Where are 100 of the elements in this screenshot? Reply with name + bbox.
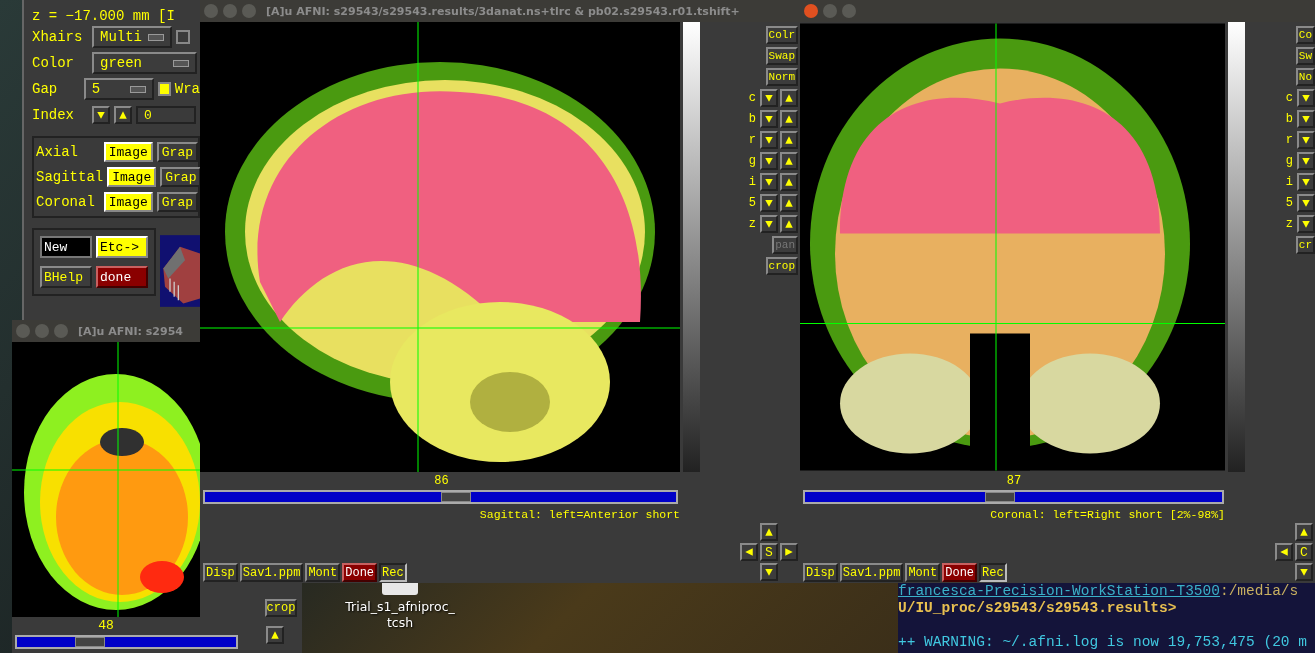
arrow-left-button[interactable] (740, 543, 758, 561)
prompt-path: :/media/s (1219, 583, 1299, 599)
triangle-down-icon (1300, 218, 1312, 230)
channel-label: i (748, 175, 756, 189)
coordinate-readout: z = −17.000 mm [I (32, 8, 176, 24)
panel-button[interactable]: done (96, 266, 148, 288)
arrow-down-button[interactable] (1297, 131, 1315, 149)
arrow-down-button[interactable] (760, 89, 778, 107)
arrow-down-button[interactable] (1297, 215, 1315, 233)
arrow-down-button[interactable] (760, 173, 778, 191)
toolbar-button[interactable]: crop (765, 257, 798, 275)
toolbar-button[interactable]: No (1295, 68, 1315, 86)
triangle-down-icon (763, 155, 775, 167)
arrow-down-button[interactable] (760, 563, 778, 581)
arrow-down-button[interactable] (760, 194, 778, 212)
channel-label: c (1285, 91, 1293, 105)
panel-button[interactable]: Etc-> (96, 236, 148, 258)
arrow-down-button[interactable] (760, 131, 778, 149)
graph-button[interactable]: Grap (156, 192, 198, 212)
triangle-down-icon (1300, 155, 1312, 167)
toolbar-button[interactable]: Colr (765, 26, 798, 44)
arrow-up-button[interactable] (1295, 523, 1313, 541)
pad-center-button[interactable]: C (1295, 543, 1313, 561)
arrow-up-button[interactable] (780, 173, 798, 191)
viewer-button[interactable]: Sav1.ppm (239, 563, 304, 582)
triangle-up-icon (783, 113, 795, 125)
option-menu[interactable]: green (92, 52, 197, 74)
crop-button[interactable]: crop (265, 599, 297, 617)
toolbar-button[interactable]: Sw (1295, 47, 1315, 65)
channel-label: 5 (1285, 196, 1293, 210)
viewer-button[interactable]: Done (942, 563, 978, 582)
viewer-button[interactable]: Rec (979, 563, 1007, 582)
setting-label: Xhairs (32, 29, 84, 45)
triangle-up-icon (783, 176, 795, 188)
arrow-down-button[interactable] (1297, 152, 1315, 170)
pad-center-button[interactable]: S (760, 543, 778, 561)
channel-label: r (1285, 133, 1293, 147)
triangle-up-icon (783, 155, 795, 167)
checkbox-label: Wra (174, 81, 200, 97)
view-label: Coronal (36, 194, 96, 210)
image-toggle-button[interactable]: Image (103, 192, 153, 212)
toolbar-button[interactable]: Norm (765, 68, 798, 86)
arrow-down-button[interactable] (1297, 173, 1315, 191)
viewer-button[interactable]: Done (342, 563, 378, 582)
option-menu[interactable]: Multi (92, 26, 172, 48)
arrow-up-button[interactable] (780, 89, 798, 107)
arrow-up-button[interactable] (780, 152, 798, 170)
option-menu[interactable]: 5 (83, 78, 155, 100)
arrow-up-button[interactable] (266, 626, 284, 644)
graph-button[interactable]: Grap (160, 167, 202, 187)
arrow-down-button[interactable] (760, 215, 778, 233)
viewer-button[interactable]: Mont (905, 563, 941, 582)
index-field[interactable]: 0 (136, 106, 196, 124)
viewer-button[interactable]: Rec (379, 563, 407, 582)
arrow-up-button[interactable] (114, 106, 132, 124)
viewer-button[interactable]: Disp (203, 563, 238, 582)
triangle-down-icon (763, 113, 775, 125)
channel-label: b (748, 112, 756, 126)
panel-button[interactable]: New (40, 236, 92, 258)
view-label: Sagittal (36, 169, 104, 185)
arrow-down-button[interactable] (92, 106, 110, 124)
arrow-down-button[interactable] (1297, 110, 1315, 128)
arrow-up-button[interactable] (760, 523, 778, 541)
arrow-up-button[interactable] (780, 131, 798, 149)
image-toggle-button[interactable]: Image (103, 142, 153, 162)
channel-label: r (748, 133, 756, 147)
prompt-host: francesca-Precision-WorkStation-T3500 (898, 583, 1220, 599)
toolbar-button[interactable]: Swap (765, 47, 798, 65)
slice-slider[interactable] (15, 635, 238, 649)
triangle-down-icon (763, 566, 775, 578)
arrow-left-button[interactable] (1275, 543, 1293, 561)
checkbox[interactable] (176, 30, 190, 44)
arrow-down-button[interactable] (1295, 563, 1313, 581)
arrow-right-button[interactable] (780, 543, 798, 561)
triangle-down-icon (1298, 566, 1310, 578)
toolbar-button[interactable]: cr (1295, 236, 1315, 254)
arrow-up-button[interactable] (780, 194, 798, 212)
arrow-down-button[interactable] (760, 152, 778, 170)
window-controls-icon[interactable] (804, 4, 856, 18)
viewer-button[interactable]: Disp (803, 563, 838, 582)
viewer-button[interactable]: Mont (305, 563, 341, 582)
toolbar-button[interactable]: Co (1295, 26, 1315, 44)
arrow-up-button[interactable] (780, 215, 798, 233)
arrow-up-button[interactable] (780, 110, 798, 128)
arrow-down-button[interactable] (1297, 89, 1315, 107)
image-toggle-button[interactable]: Image (107, 167, 157, 187)
graph-button[interactable]: Grap (156, 142, 198, 162)
desktop-icon-label[interactable]: Trial_s1_afniproc_ tcsh (345, 599, 455, 631)
slice-number: 48 (97, 617, 115, 635)
channel-label: g (748, 154, 756, 168)
triangle-up-icon (783, 197, 795, 209)
arrow-down-button[interactable] (760, 110, 778, 128)
triangle-down-icon (1300, 134, 1312, 146)
panel-button[interactable]: BHelp (40, 266, 92, 288)
arrow-down-button[interactable] (1297, 194, 1315, 212)
slice-slider[interactable] (203, 490, 678, 504)
triangle-down-icon (1300, 176, 1312, 188)
checkbox[interactable] (158, 82, 171, 96)
slice-slider[interactable] (803, 490, 1224, 504)
viewer-button[interactable]: Sav1.ppm (839, 563, 904, 582)
